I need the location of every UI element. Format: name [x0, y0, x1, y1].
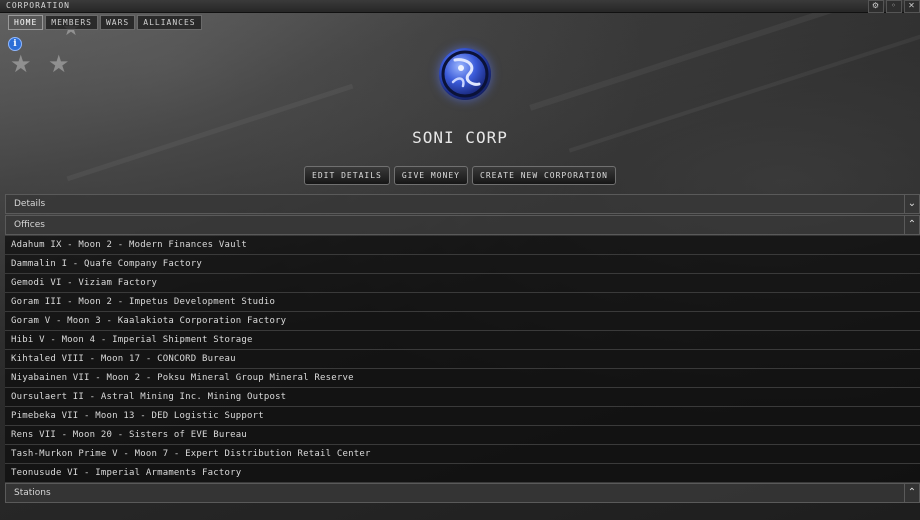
- list-item[interactable]: Rens VII - Moon 20 - Sisters of EVE Bure…: [5, 426, 920, 445]
- list-item[interactable]: Adahum IX - Moon 2 - Modern Finances Vau…: [5, 236, 920, 255]
- list-item[interactable]: Goram V - Moon 3 - Kaalakiota Corporatio…: [5, 312, 920, 331]
- corporation-tabs: HOME MEMBERS WARS ALLIANCES: [8, 15, 204, 30]
- close-icon[interactable]: ✕: [904, 0, 920, 13]
- section-details[interactable]: Details ⌄: [5, 194, 920, 214]
- list-item[interactable]: Niyabainen VII - Moon 2 - Poksu Mineral …: [5, 369, 920, 388]
- offices-list: Adahum IX - Moon 2 - Modern Finances Vau…: [5, 236, 920, 483]
- section-stations[interactable]: Stations ⌃: [5, 483, 920, 503]
- tab-home[interactable]: HOME: [8, 15, 44, 30]
- tab-alliances[interactable]: ALLIANCES: [137, 15, 202, 30]
- section-label: Stations: [14, 488, 51, 498]
- expand-icon[interactable]: ⌄: [904, 195, 919, 213]
- settings-icon[interactable]: ⚙: [868, 0, 884, 13]
- collapse-icon[interactable]: ⌃: [904, 216, 919, 234]
- edit-details-button[interactable]: EDIT DETAILS: [304, 166, 390, 185]
- list-item[interactable]: Teonusude VI - Imperial Armaments Factor…: [5, 464, 920, 483]
- list-item[interactable]: Dammalin I - Quafe Company Factory: [5, 255, 920, 274]
- window-titlebar[interactable]: CORPORATION ⚙ ◦ ✕: [0, 0, 920, 13]
- list-item[interactable]: Kihtaled VIII - Moon 17 - CONCORD Bureau: [5, 350, 920, 369]
- window-controls: ⚙ ◦ ✕: [866, 0, 920, 13]
- list-item[interactable]: Hibi V - Moon 4 - Imperial Shipment Stor…: [5, 331, 920, 350]
- corporation-name: SONI CORP: [412, 128, 508, 147]
- star-decoration: ★: [48, 50, 70, 78]
- list-item[interactable]: Oursulaert II - Astral Mining Inc. Minin…: [5, 388, 920, 407]
- corporation-logo: [439, 48, 491, 100]
- minimize-icon[interactable]: ◦: [886, 0, 902, 13]
- info-icon[interactable]: i: [8, 37, 22, 51]
- give-money-button[interactable]: GIVE MONEY: [393, 166, 468, 185]
- tab-members[interactable]: MEMBERS: [45, 15, 98, 30]
- star-decoration: ★: [10, 50, 32, 78]
- window-title: CORPORATION: [6, 1, 70, 10]
- corporation-sections: Details ⌄ Offices ⌃ Adahum IX - Moon 2 -…: [5, 194, 920, 520]
- create-corporation-button[interactable]: CREATE NEW CORPORATION: [472, 166, 616, 185]
- collapse-icon[interactable]: ⌃: [904, 484, 919, 502]
- list-item[interactable]: Gemodi VI - Viziam Factory: [5, 274, 920, 293]
- section-label: Offices: [14, 220, 45, 230]
- list-item[interactable]: Pimebeka VII - Moon 13 - DED Logistic Su…: [5, 407, 920, 426]
- list-item[interactable]: Goram III - Moon 2 - Impetus Development…: [5, 293, 920, 312]
- section-label: Details: [14, 199, 46, 209]
- list-item[interactable]: Tash-Murkon Prime V - Moon 7 - Expert Di…: [5, 445, 920, 464]
- corporation-actions: EDIT DETAILS GIVE MONEY CREATE NEW CORPO…: [0, 166, 920, 185]
- tab-wars[interactable]: WARS: [99, 15, 136, 30]
- section-offices[interactable]: Offices ⌃: [5, 215, 920, 235]
